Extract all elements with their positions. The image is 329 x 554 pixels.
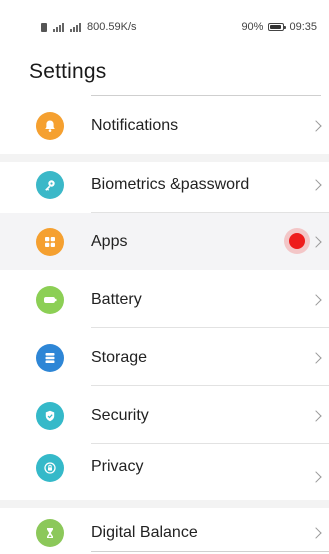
settings-item-storage[interactable]: Storage (0, 329, 329, 386)
settings-item-label: Notifications (91, 116, 179, 134)
page-title: Settings (29, 60, 107, 83)
settings-item-label: Battery (91, 290, 142, 308)
settings-screen: 800.59K/s 90% 09:35 Settings Notificatio… (0, 0, 329, 554)
settings-item-label: Biometrics &password (91, 175, 250, 193)
clock-time: 09:35 (289, 21, 317, 33)
divider (91, 95, 321, 96)
battery-status-icon (268, 23, 287, 31)
battery-icon (36, 285, 64, 314)
settings-item-security[interactable]: Security (0, 387, 329, 444)
settings-item-label: Digital Balance (91, 523, 198, 541)
chevron-right-icon (310, 471, 322, 483)
chevron-right-icon (310, 293, 322, 306)
storage-icon (36, 343, 64, 372)
network-speed: 800.59K/s (87, 21, 137, 33)
divider (91, 443, 329, 444)
privacy-lock-icon (36, 454, 64, 482)
status-right: 90% 09:35 (241, 20, 317, 34)
settings-item-label: Security (91, 406, 149, 424)
settings-item-battery[interactable]: Battery (0, 271, 329, 328)
settings-item-label: Storage (91, 348, 148, 366)
hourglass-icon (36, 518, 64, 547)
settings-item-apps[interactable]: Apps (0, 213, 329, 270)
tap-indicator (284, 228, 310, 254)
bell-icon (36, 111, 64, 140)
settings-item-digital-balance[interactable]: Digital Balance (0, 504, 329, 554)
chevron-right-icon (310, 526, 322, 539)
chevron-right-icon (310, 409, 322, 422)
divider (91, 327, 329, 328)
signal-icon (53, 22, 64, 32)
divider (91, 551, 329, 552)
settings-item-label: Apps (91, 232, 128, 250)
settings-item-label: Privacy (91, 458, 144, 475)
chevron-right-icon (310, 178, 322, 191)
chevron-right-icon (310, 351, 322, 364)
chevron-right-icon (310, 119, 322, 132)
key-icon (36, 170, 64, 199)
sim-card-icon (41, 22, 47, 32)
settings-item-biometrics[interactable]: Biometrics &password (0, 156, 329, 213)
settings-item-notifications[interactable]: Notifications (0, 97, 329, 154)
chevron-right-icon (310, 235, 322, 248)
status-bar: 800.59K/s 90% 09:35 (0, 0, 329, 46)
shield-icon (36, 401, 64, 430)
battery-percent: 90% (241, 21, 264, 33)
status-left: 800.59K/s (41, 20, 137, 34)
signal-icon (70, 22, 81, 32)
apps-grid-icon (36, 227, 64, 256)
settings-item-privacy[interactable]: Privacy (0, 445, 329, 502)
divider (91, 385, 329, 386)
